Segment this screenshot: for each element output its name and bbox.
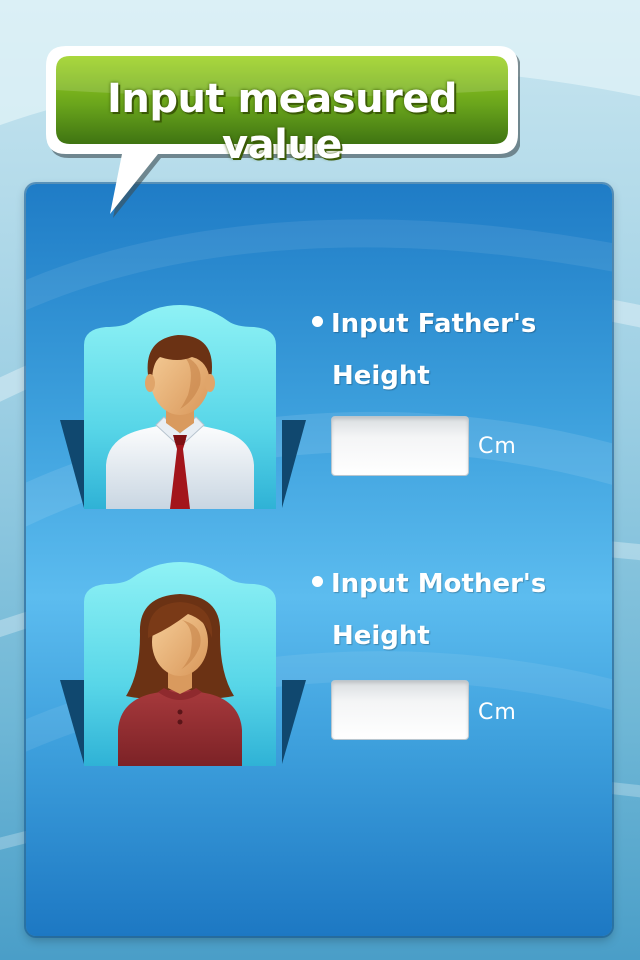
father-height-input[interactable] xyxy=(331,416,469,476)
page-title: Input measured value xyxy=(106,76,458,168)
mother-unit-label: Cm xyxy=(478,700,517,725)
bullet-icon xyxy=(312,576,323,587)
title-bubble: Input measured value xyxy=(40,42,520,218)
male-avatar-icon xyxy=(84,305,276,509)
father-label-line2: Height xyxy=(332,361,430,391)
mother-height-label: Input Mother's Height xyxy=(312,558,572,662)
mother-avatar-card xyxy=(84,562,276,766)
female-avatar-icon xyxy=(84,562,276,766)
mother-label-line2: Height xyxy=(332,621,430,651)
father-height-label: Input Father's Height xyxy=(312,298,572,402)
father-unit-label: Cm xyxy=(478,434,517,459)
bullet-icon xyxy=(312,316,323,327)
mother-height-input[interactable] xyxy=(331,680,469,740)
mother-label-line1: Input Mother's xyxy=(331,569,547,599)
father-label-line1: Input Father's xyxy=(331,309,537,339)
father-avatar-card xyxy=(84,305,276,509)
